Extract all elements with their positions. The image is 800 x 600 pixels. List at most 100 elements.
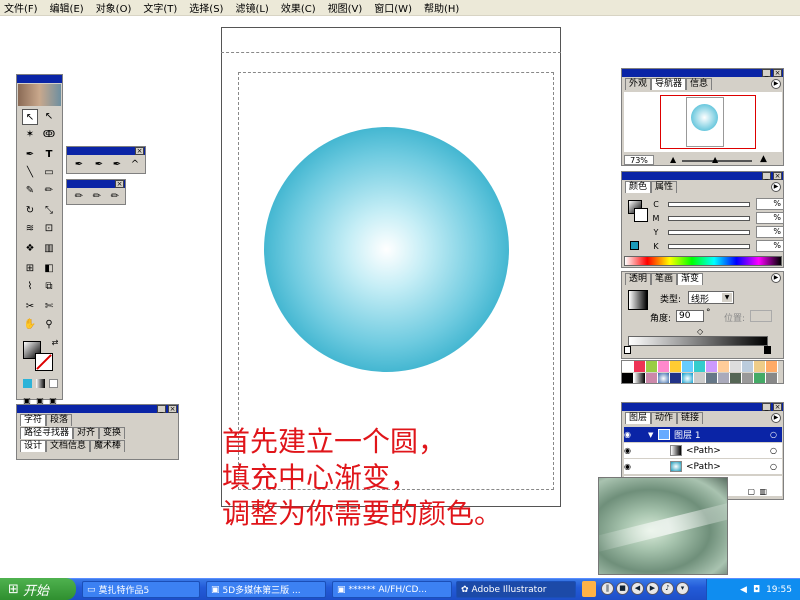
menu-help[interactable]: 帮助(H) <box>424 0 459 15</box>
panel-menu-icon[interactable]: ▶ <box>771 182 781 192</box>
angle-field[interactable]: 90 <box>676 310 704 322</box>
media-next-icon[interactable]: ▶ <box>646 582 659 595</box>
clock[interactable]: 19:55 <box>766 585 792 595</box>
minimize-icon[interactable]: _ <box>762 403 771 411</box>
midpoint-diamond-icon[interactable]: ◇ <box>697 327 703 336</box>
zoom-slider-thumb[interactable]: ▲ <box>712 155 718 164</box>
pencil-tool-icon[interactable]: ✏ <box>41 183 57 199</box>
media-mute-icon[interactable]: ♪ <box>661 582 674 595</box>
warp-tool-icon[interactable]: ≋ <box>22 221 38 237</box>
eyedropper-tool-icon[interactable]: ⌇ <box>22 279 38 295</box>
tab-document-info[interactable]: 文档信息 <box>46 440 91 452</box>
mesh-tool-icon[interactable]: ⊞ <box>22 261 38 277</box>
channel-m-slider[interactable] <box>668 215 750 221</box>
close-icon[interactable]: × <box>168 405 177 413</box>
close-icon[interactable]: × <box>773 403 782 411</box>
menu-object[interactable]: 对象(O) <box>96 0 132 15</box>
minimize-icon[interactable]: _ <box>762 69 771 77</box>
menu-edit[interactable]: 编辑(E) <box>50 0 84 15</box>
eye-icon[interactable]: ◉ <box>624 446 636 455</box>
close-icon[interactable]: × <box>773 69 782 77</box>
taskbar-item-document[interactable]: ▣ 5D多媒体第三版 ... <box>206 581 326 598</box>
tab-transparency[interactable]: 透明 <box>625 273 652 285</box>
tab-character[interactable]: 字符 <box>20 414 47 426</box>
zoom-field[interactable]: 73% <box>624 155 654 165</box>
tab-align[interactable]: 对齐 <box>73 427 100 439</box>
graph-tool-icon[interactable]: ▥ <box>41 241 57 257</box>
rectangle-tool-icon[interactable]: ▭ <box>41 165 57 181</box>
eye-icon[interactable]: ◉ <box>624 430 636 439</box>
layer-row[interactable]: ◉ <Path> ○ <box>624 443 782 458</box>
media-pause-icon[interactable]: ‖ <box>601 582 614 595</box>
panel-menu-icon[interactable]: ▶ <box>771 273 781 283</box>
target-icon[interactable]: ○ <box>770 446 782 455</box>
menu-select[interactable]: 选择(S) <box>189 0 223 15</box>
tab-pathfinder[interactable]: 路径寻找器 <box>20 427 74 439</box>
layer-row[interactable]: ◉ <Path> ○ <box>624 459 782 474</box>
taskbar-item-folder[interactable]: ▭ 莫扎特作品5 <box>82 581 200 598</box>
start-button[interactable]: ⊞ 开始 <box>0 578 76 600</box>
zoom-tool-icon[interactable]: ⚲ <box>41 317 57 333</box>
color-stroke-swatch[interactable] <box>634 208 648 222</box>
tab-appearance[interactable]: 外观 <box>625 78 652 90</box>
tab-stroke[interactable]: 笔画 <box>651 273 678 285</box>
tab-gradient[interactable]: 渐变 <box>677 273 704 285</box>
rotate-tool-icon[interactable]: ↻ <box>22 203 38 219</box>
erase-tool-icon[interactable]: ✏ <box>107 189 123 205</box>
panel-menu-icon[interactable]: ▶ <box>771 79 781 89</box>
tab-design[interactable]: 设计 <box>20 440 47 452</box>
channel-k-field[interactable]: % <box>756 240 784 252</box>
lasso-tool-icon[interactable]: ↂ <box>41 127 57 143</box>
free-transform-tool-icon[interactable]: ⊡ <box>41 221 57 237</box>
swap-colors-icon[interactable]: ⇄ <box>47 335 63 351</box>
menu-view[interactable]: 视图(V) <box>328 0 363 15</box>
tab-attributes[interactable]: 属性 <box>651 181 678 193</box>
hand-tool-icon[interactable]: ✋ <box>22 317 38 333</box>
brush-tool-icon[interactable]: ✎ <box>22 183 38 199</box>
color-mode-icon[interactable] <box>23 379 32 388</box>
gradient-tool-icon[interactable]: ◧ <box>41 261 57 277</box>
line-tool-icon[interactable]: ╲ <box>22 165 38 181</box>
tab-transform[interactable]: 变换 <box>99 427 126 439</box>
channel-c-field[interactable]: % <box>756 198 784 210</box>
pencil-tool-icon[interactable]: ✏ <box>71 189 87 205</box>
selection-tool-icon[interactable]: ↖ <box>22 109 38 125</box>
gradient-circle[interactable] <box>264 127 509 372</box>
tab-layers[interactable]: 图层 <box>625 412 652 424</box>
scissors-tool-icon[interactable]: ✄ <box>41 299 57 315</box>
stroke-swatch[interactable] <box>35 353 53 371</box>
close-icon[interactable]: × <box>773 172 782 180</box>
type-tool-icon[interactable]: T <box>41 147 57 163</box>
channel-c-slider[interactable] <box>668 201 750 207</box>
pen-tool-icon[interactable]: ✒ <box>71 157 87 173</box>
toolbox-titlebar[interactable] <box>17 75 62 83</box>
close-icon[interactable]: × <box>115 180 124 188</box>
media-prev-icon[interactable]: ◀ <box>631 582 644 595</box>
media-options-icon[interactable]: ▾ <box>676 582 689 595</box>
gradient-slider[interactable] <box>628 336 768 346</box>
symbol-tool-icon[interactable]: ❖ <box>22 241 38 257</box>
target-icon[interactable]: ○ <box>770 430 782 439</box>
tab-paragraph[interactable]: 段落 <box>46 414 73 426</box>
navigator-preview[interactable] <box>624 92 782 152</box>
eye-icon[interactable]: ◉ <box>624 462 636 471</box>
gradient-stop-end[interactable] <box>764 346 771 354</box>
blend-tool-icon[interactable]: ⧉ <box>41 279 57 295</box>
tab-navigator[interactable]: 导航器 <box>651 78 687 90</box>
add-anchor-icon[interactable]: ✒ <box>91 157 107 173</box>
menu-type[interactable]: 文字(T) <box>143 0 177 15</box>
media-player-icon[interactable] <box>582 581 596 597</box>
channel-k-slider[interactable] <box>668 243 750 249</box>
layer-row[interactable]: ◉ ▼ 图层 1 ○ <box>624 427 782 442</box>
scale-tool-icon[interactable]: ⤡ <box>41 203 57 219</box>
menu-effect[interactable]: 效果(C) <box>281 0 316 15</box>
smooth-tool-icon[interactable]: ✏ <box>89 189 105 205</box>
gradient-mode-icon[interactable] <box>36 379 45 388</box>
target-icon[interactable]: ○ <box>770 462 782 471</box>
zoom-in-icon[interactable]: ▲ <box>760 154 767 164</box>
tab-magic-wand[interactable]: 魔术棒 <box>90 440 126 452</box>
gradient-stop-start[interactable] <box>624 346 631 354</box>
tab-info[interactable]: 信息 <box>686 78 713 90</box>
tab-color[interactable]: 颜色 <box>625 181 652 193</box>
pen-tool-icon[interactable]: ✒ <box>22 147 38 163</box>
